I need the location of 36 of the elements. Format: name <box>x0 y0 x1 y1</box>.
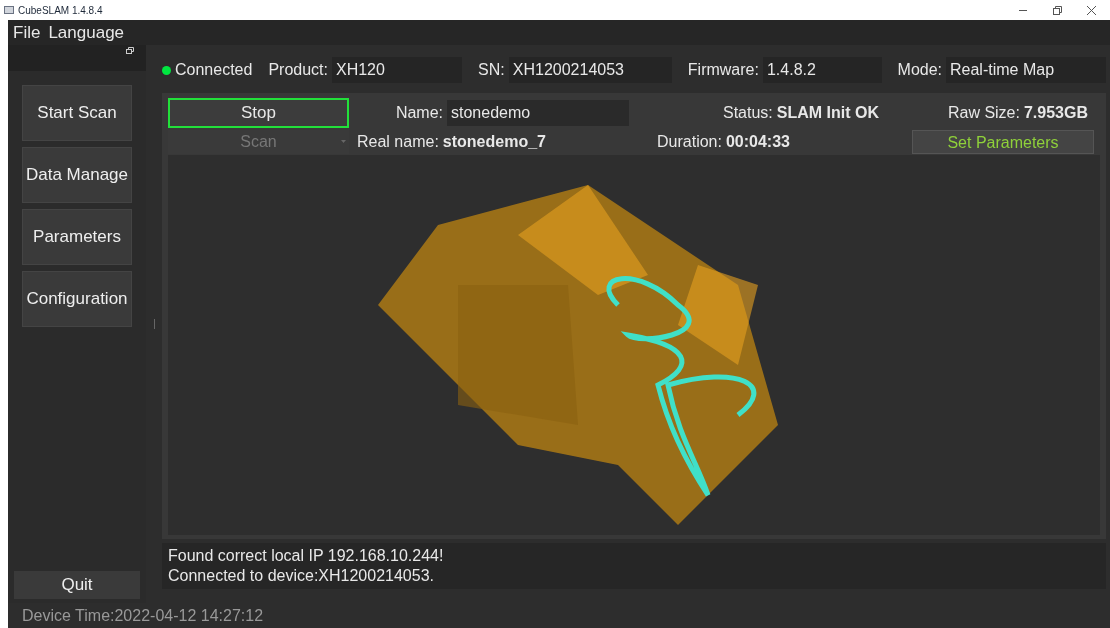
field-label: Firmware: <box>687 60 759 80</box>
device-time: Device Time:2022-04-12 14:27:12 <box>22 605 264 626</box>
quit-button[interactable]: Quit <box>14 571 140 599</box>
field-label: Product: <box>268 60 328 80</box>
app-icon <box>4 6 14 14</box>
undock-icon[interactable] <box>126 47 134 54</box>
field-value: Real-time Map <box>946 57 1106 83</box>
sidebar-button[interactable]: Parameters <box>22 209 132 265</box>
status-value: SLAM Init OK <box>776 103 879 123</box>
field-label: SN: <box>478 60 505 80</box>
log-line: Connected to device:XH1200214053. <box>168 566 435 586</box>
field-value: XH120 <box>332 57 463 83</box>
sidebar-button[interactable]: Start Scan <box>22 85 132 141</box>
field-label: Mode: <box>897 60 942 80</box>
name-field[interactable]: stonedemo <box>447 100 629 126</box>
menu-item[interactable]: Language <box>48 19 125 46</box>
duration-value: 00:04:33 <box>725 132 790 152</box>
window-title: CubeSLAM 1.4.8.4 <box>18 3 103 18</box>
duration-label: Duration: <box>657 132 722 152</box>
real-name-label: Real name: <box>357 132 439 152</box>
sidebar-button[interactable]: Configuration <box>22 271 132 327</box>
set-parameters-button[interactable]: Set Parameters <box>912 130 1094 154</box>
status-label: Status: <box>722 103 773 123</box>
stop-button[interactable]: Stop <box>168 98 349 128</box>
point-cloud-view[interactable] <box>168 155 1100 535</box>
caret-icon <box>341 140 346 143</box>
field-value: 1.4.8.2 <box>762 57 882 83</box>
menu-item[interactable]: File <box>13 19 41 46</box>
real-name-value: stonedemo_7 <box>442 132 546 152</box>
log-line: Found correct local IP 192.168.10.244! <box>168 546 445 566</box>
raw-size-label: Raw Size: <box>947 103 1020 123</box>
raw-size-value: 7.953GB <box>1023 103 1088 123</box>
field-value: XH1200214053 <box>508 57 672 83</box>
sidebar-button[interactable]: Data Manage <box>22 147 132 203</box>
name-label: Name: <box>395 103 443 123</box>
connection-label: Connected <box>175 60 253 80</box>
